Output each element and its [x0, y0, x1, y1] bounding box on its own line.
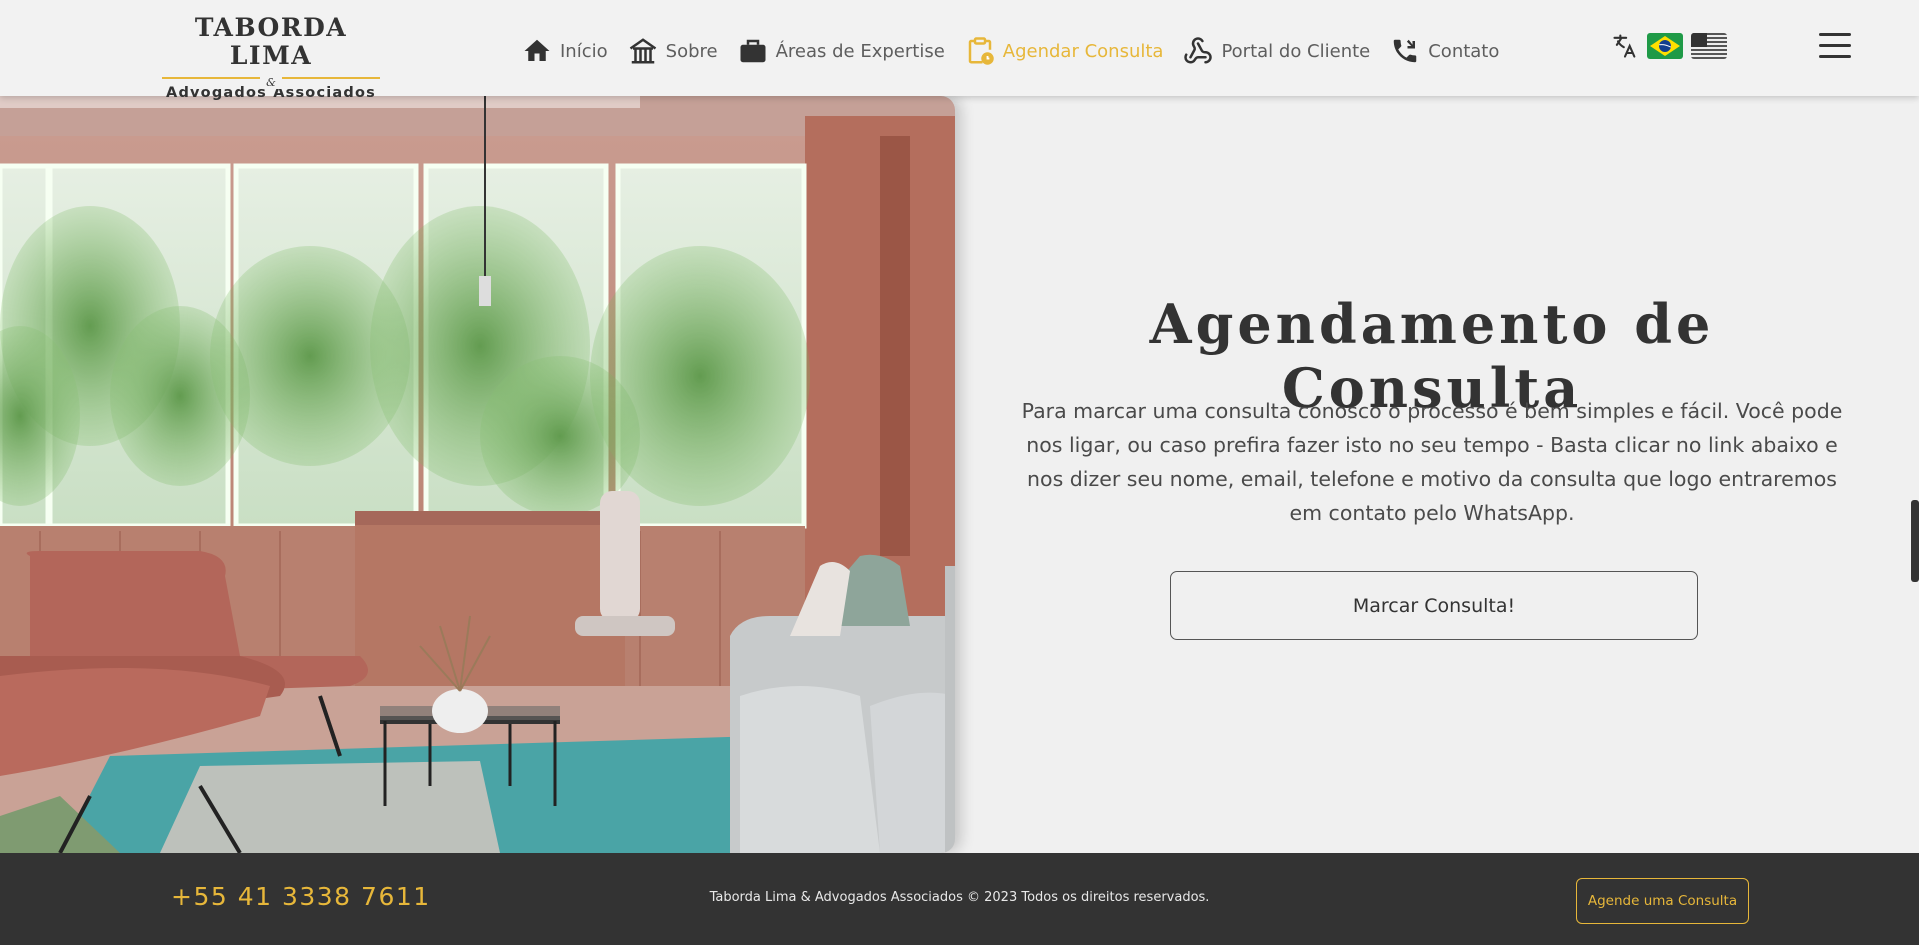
main-nav: Início Sobre Áreas de Expertise Agendar … [522, 33, 1519, 69]
nav-item-areas[interactable]: Áreas de Expertise [738, 36, 945, 66]
footer-schedule-button[interactable]: Agende uma Consulta [1576, 878, 1749, 924]
brand-divider: & [162, 71, 380, 89]
footer: +55 41 3338 7611 Taborda Lima & Advogado… [0, 853, 1919, 945]
hamburger-menu-icon[interactable] [1819, 33, 1851, 61]
brand-title: TABORDA LIMA [194, 13, 348, 70]
brand-ampersand: & [260, 76, 282, 89]
brazil-flag-icon[interactable] [1647, 33, 1683, 59]
nav-item-label: Agendar Consulta [1002, 40, 1164, 62]
nav-item-label: Sobre [665, 40, 718, 62]
nav-item-label: Áreas de Expertise [775, 40, 945, 62]
webhook-icon [1184, 37, 1213, 64]
office-lounge-photo [0, 96, 955, 853]
nav-item-sobre[interactable]: Sobre [628, 36, 718, 66]
phone-icon [1393, 39, 1417, 63]
nav-item-contato[interactable]: Contato [1390, 36, 1499, 66]
nav-item-portal[interactable]: Portal do Cliente [1183, 36, 1370, 66]
consultation-description: Para marcar uma consulta conosco o proce… [1021, 399, 1843, 525]
nav-item-label: Portal do Cliente [1221, 40, 1371, 62]
nav-item-inicio[interactable]: Início [522, 36, 608, 66]
header: TABORDA LIMA & Advogados Associados Iníc… [0, 0, 1919, 101]
nav-item-label: Início [560, 40, 608, 62]
briefcase-icon [740, 39, 766, 63]
clipboard-clock-icon [968, 37, 994, 65]
translate-icon[interactable] [1611, 32, 1639, 60]
usa-flag-icon[interactable] [1691, 33, 1727, 59]
schedule-consultation-button[interactable]: Marcar Consulta! [1170, 571, 1698, 640]
home-icon [524, 39, 550, 61]
building-icon [629, 38, 656, 64]
language-switcher [1611, 32, 1735, 60]
nav-item-label: Contato [1428, 40, 1500, 62]
nav-item-agendar[interactable]: Agendar Consulta [965, 36, 1164, 66]
brand-logo[interactable]: TABORDA LIMA & Advogados Associados [162, 14, 380, 101]
consultation-section: Agendamento de Consulta Para marcar uma … [1000, 96, 1864, 853]
scrollbar-thumb[interactable] [1911, 500, 1919, 582]
